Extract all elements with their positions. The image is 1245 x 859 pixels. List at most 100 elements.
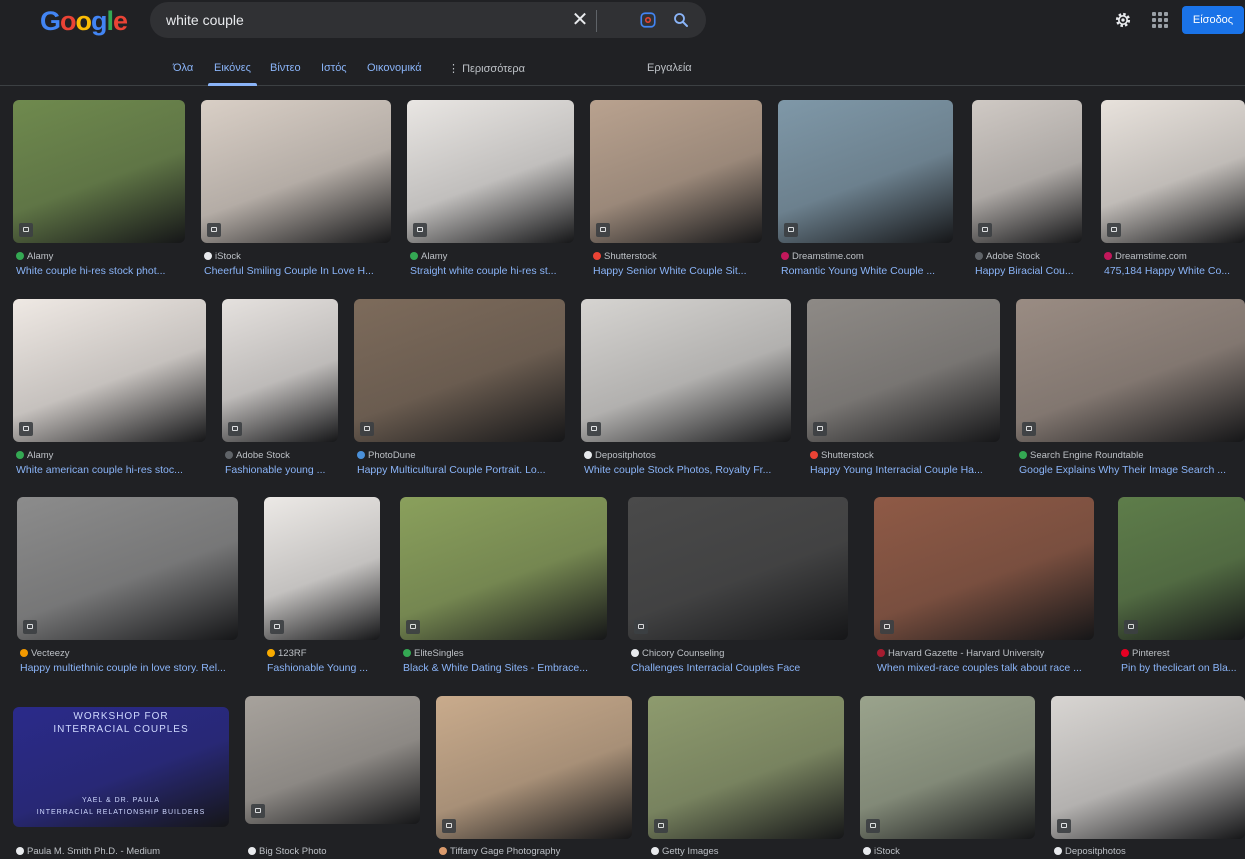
sign-in-button[interactable]: Είσοδος (1182, 6, 1244, 34)
source-name: Adobe Stock (986, 251, 1040, 262)
search-icon[interactable] (672, 11, 690, 29)
source-favicon-icon (877, 649, 885, 657)
result-title-link[interactable]: Fashionable Young ... (267, 662, 379, 674)
result-source[interactable]: Alamy (410, 251, 573, 262)
result-title-link[interactable]: Fashionable young ... (225, 464, 337, 476)
result-source[interactable]: Depositphotos (1054, 846, 1244, 857)
thumbnail-overlay-text: INTERRACIAL RELATIONSHIP BUILDERS (36, 809, 206, 816)
result-source[interactable]: Adobe Stock (975, 251, 1081, 262)
result-thumbnail[interactable] (972, 100, 1082, 243)
result-source[interactable]: Alamy (16, 450, 205, 461)
result-source[interactable]: Search Engine Roundtable (1019, 450, 1244, 461)
tab-all[interactable]: Όλα (173, 62, 193, 74)
source-favicon-icon (225, 451, 233, 459)
result-thumbnail[interactable] (1051, 696, 1245, 839)
result-thumbnail[interactable] (407, 100, 574, 243)
result-source[interactable]: Shutterstock (810, 450, 999, 461)
image-badge-icon (19, 422, 33, 436)
result-thumbnail[interactable] (648, 696, 844, 839)
result-thumbnail[interactable] (807, 299, 1000, 442)
result-source[interactable]: iStock (863, 846, 1034, 857)
tab-videos[interactable]: Βίντεο (270, 62, 301, 74)
result-source[interactable]: Harvard Gazette - Harvard University (877, 648, 1093, 659)
result-thumbnail[interactable] (222, 299, 338, 442)
source-favicon-icon (1121, 649, 1129, 657)
tab-finance[interactable]: Οικονομικά (367, 62, 422, 74)
result-thumbnail[interactable] (264, 497, 380, 640)
result-thumbnail[interactable] (436, 696, 632, 839)
tab-tools[interactable]: Εργαλεία (647, 62, 692, 74)
result-thumbnail[interactable] (1016, 299, 1245, 442)
result-source[interactable]: Big Stock Photo (248, 846, 419, 857)
result-source[interactable]: Dreamstime.com (1104, 251, 1244, 262)
result-thumbnail[interactable] (201, 100, 391, 243)
result-source[interactable]: 123RF (267, 648, 379, 659)
result-source[interactable]: Pinterest (1121, 648, 1244, 659)
result-title-link[interactable]: Happy multiethnic couple in love story. … (20, 662, 237, 674)
apps-grid-icon[interactable] (1152, 12, 1168, 28)
result-title-link[interactable]: Black & White Dating Sites - Embrace... (403, 662, 606, 674)
result-thumbnail[interactable] (874, 497, 1094, 640)
result-source[interactable]: PhotoDune (357, 450, 564, 461)
result-title-link[interactable]: White couple hi-res stock phot... (16, 265, 184, 277)
result-thumbnail[interactable]: WORKSHOP FOR INTERRACIAL COUPLES YAEL & DR… (13, 707, 229, 827)
result-thumbnail[interactable] (628, 497, 848, 640)
image-badge-icon (207, 223, 221, 237)
image-badge-icon (413, 223, 427, 237)
result-thumbnail[interactable] (354, 299, 565, 442)
result-source[interactable]: iStock (204, 251, 390, 262)
result-source[interactable]: Vecteezy (20, 648, 237, 659)
result-title-link[interactable]: Challenges Interracial Couples Face (631, 662, 847, 674)
result-thumbnail[interactable] (17, 497, 238, 640)
result-source[interactable]: Chicory Counseling (631, 648, 847, 659)
source-name: Paula M. Smith Ph.D. - Medium (27, 846, 161, 857)
image-badge-icon (19, 223, 33, 237)
clear-icon[interactable]: ✕ (569, 9, 591, 31)
result-thumbnail[interactable] (1118, 497, 1245, 640)
source-favicon-icon (863, 847, 871, 855)
gear-icon[interactable] (1113, 10, 1133, 30)
result-title-link[interactable]: Cheerful Smiling Couple In Love H... (204, 265, 390, 277)
image-badge-icon (360, 422, 374, 436)
result-title-link[interactable]: Happy Young Interracial Couple Ha... (810, 464, 999, 476)
source-name: Pinterest (1132, 648, 1170, 659)
google-logo[interactable]: Google (40, 6, 128, 37)
result-source[interactable]: Adobe Stock (225, 450, 337, 461)
result-thumbnail[interactable] (590, 100, 762, 243)
result-source[interactable]: Paula M. Smith Ph.D. - Medium (16, 846, 228, 857)
result-source[interactable]: Tiffany Gage Photography (439, 846, 631, 857)
result-title-link[interactable]: Google Explains Why Their Image Search .… (1019, 464, 1244, 476)
source-favicon-icon (20, 649, 28, 657)
result-title-link[interactable]: Pin by theclicart on Bla... (1121, 662, 1244, 674)
tab-more[interactable]: ⋮ Περισσότερα (448, 62, 525, 75)
search-input[interactable] (166, 10, 546, 30)
result-title-link[interactable]: Straight white couple hi-res st... (410, 265, 573, 277)
image-badge-icon (251, 804, 265, 818)
result-thumbnail[interactable] (1101, 100, 1245, 243)
result-source[interactable]: Dreamstime.com (781, 251, 952, 262)
result-thumbnail[interactable] (13, 100, 185, 243)
result-thumbnail[interactable] (13, 299, 206, 442)
result-title-link[interactable]: White american couple hi-res stoc... (16, 464, 205, 476)
result-source[interactable]: Shutterstock (593, 251, 761, 262)
result-source[interactable]: Alamy (16, 251, 184, 262)
result-title-link[interactable]: Happy Biracial Cou... (975, 265, 1081, 277)
result-thumbnail[interactable] (860, 696, 1035, 839)
result-thumbnail[interactable] (245, 696, 420, 824)
result-thumbnail[interactable] (400, 497, 607, 640)
result-source[interactable]: Getty Images (651, 846, 843, 857)
result-title-link[interactable]: Romantic Young White Couple ... (781, 265, 952, 277)
result-title-link[interactable]: White couple Stock Photos, Royalty Fr... (584, 464, 790, 476)
result-title-link[interactable]: When mixed-race couples talk about race … (877, 662, 1093, 674)
result-title-link[interactable]: Happy Senior White Couple Sit... (593, 265, 761, 277)
result-thumbnail[interactable] (581, 299, 791, 442)
result-source[interactable]: Depositphotos (584, 450, 790, 461)
result-source[interactable]: EliteSingles (403, 648, 606, 659)
result-title-link[interactable]: Happy Multicultural Couple Portrait. Lo.… (357, 464, 564, 476)
tab-web[interactable]: Ιστός (321, 62, 347, 74)
result-title-link[interactable]: 475,184 Happy White Co... (1104, 265, 1244, 277)
lens-icon[interactable] (639, 11, 657, 29)
source-favicon-icon (403, 649, 411, 657)
result-thumbnail[interactable] (778, 100, 953, 243)
tab-images[interactable]: Εικόνες (208, 62, 257, 86)
